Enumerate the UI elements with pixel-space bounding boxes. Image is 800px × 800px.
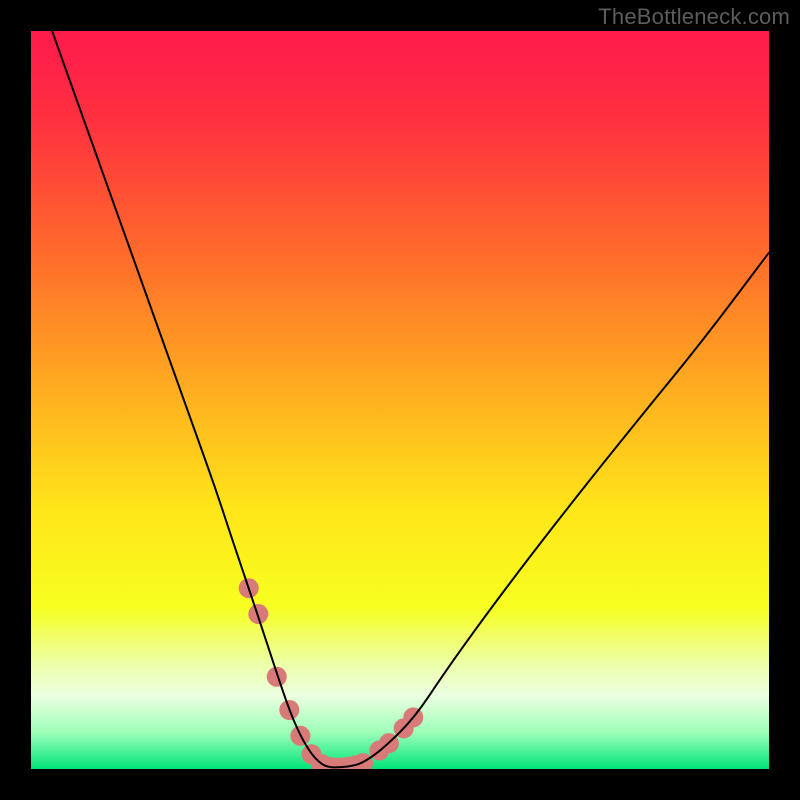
watermark-text: TheBottleneck.com bbox=[598, 4, 790, 30]
plot-background bbox=[31, 31, 769, 769]
chart-frame: TheBottleneck.com bbox=[0, 0, 800, 800]
chart-svg bbox=[0, 0, 800, 800]
